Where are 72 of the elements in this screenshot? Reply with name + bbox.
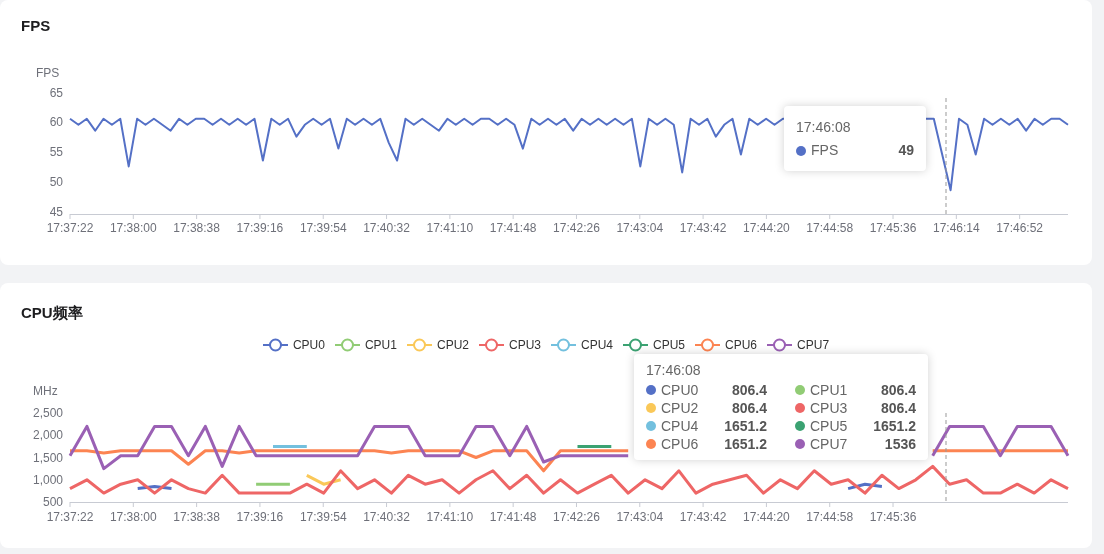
axis-label: 17:44:20 (743, 510, 790, 524)
axis-label: 17:44:58 (806, 221, 854, 235)
axis-label: 17:38:00 (109, 510, 157, 524)
axis-label: 17:41:10 (426, 510, 474, 524)
legend-item[interactable]: CPU2 (406, 338, 469, 352)
axis-label: 45 (49, 204, 63, 219)
axis-label: 17:41:10 (426, 221, 474, 235)
axis-label: 17:43:04 (616, 221, 664, 235)
series-name: CPU5 (810, 417, 849, 435)
legend-item[interactable]: CPU4 (551, 338, 613, 352)
legend-item[interactable]: CPU7 (767, 338, 830, 352)
series-name: CPU6 (661, 435, 700, 453)
axis-label: 17:42:26 (553, 221, 600, 235)
series-name: CPU7 (810, 435, 849, 453)
axis-label: 17:38:00 (109, 221, 157, 235)
axis-label: 17:45:36 (869, 221, 917, 235)
axis-label: 17:43:42 (679, 510, 727, 524)
axis-label: 2,500 (32, 406, 63, 420)
axis-label: 55 (49, 145, 63, 160)
series-value: 49 (898, 141, 914, 160)
axis-label: 500 (42, 495, 63, 509)
series-name: CPU3 (810, 399, 849, 417)
series-value: 1651.2 (873, 417, 916, 435)
legend-item[interactable]: CPU3 (479, 338, 541, 352)
series-value: 806.4 (731, 381, 767, 399)
axis-label: 17:46:52 (996, 221, 1043, 235)
axis-label: 17:40:32 (363, 510, 410, 524)
series-name: CPU1 (810, 381, 849, 399)
tooltip-time: 17:46:08 (796, 118, 852, 137)
axis-label: 1,000 (32, 472, 63, 487)
axis-label: 17:39:54 (299, 221, 347, 235)
panel-title: FPS (21, 16, 52, 36)
axis-label: 17:41:48 (489, 510, 537, 524)
axis-label: 17:43:04 (616, 510, 664, 524)
axis-label: 50 (49, 174, 63, 189)
axis-label: 17:40:32 (363, 221, 410, 235)
axis-label: 60 (49, 115, 63, 130)
legend-item[interactable]: CPU0 (262, 338, 325, 352)
axis-label: 17:44:58 (806, 510, 854, 524)
series-name: CPU2 (661, 399, 700, 417)
series-value: 806.4 (731, 399, 767, 417)
axis-label: 17:39:54 (299, 510, 347, 524)
axis-label: 17:38:38 (173, 510, 220, 524)
legend-item[interactable]: CPU5 (623, 338, 686, 352)
series-value: 1651.2 (724, 435, 767, 453)
panel-title: CPU频率 (21, 303, 84, 323)
axis-label: 17:43:42 (679, 221, 727, 235)
axis-label: 17:41:48 (489, 221, 537, 235)
axis-label: 17:39:16 (236, 510, 284, 524)
axis-label: 17:42:26 (553, 510, 600, 524)
axis-label: 17:46:14 (933, 221, 980, 235)
axis-label: 17:38:38 (173, 221, 220, 235)
series-value: 1536 (884, 435, 916, 453)
series-name: FPS (811, 141, 840, 160)
series-name: CPU4 (661, 417, 700, 435)
axis-label: 17:37:22 (46, 221, 94, 235)
legend-item[interactable]: CPU1 (334, 338, 397, 352)
axis-label: 17:39:16 (236, 221, 284, 235)
axis-label: 2,000 (32, 428, 63, 443)
legend-item[interactable]: CPU6 (695, 338, 758, 352)
axis-label: 65 (49, 85, 63, 100)
axis-title: FPS (36, 66, 60, 80)
axis-label: 17:45:36 (869, 510, 917, 524)
tooltip-time: 17:46:08 (646, 361, 702, 380)
series-name: CPU0 (661, 381, 700, 399)
axis-label: 17:44:20 (743, 221, 790, 235)
series-value: 1651.2 (724, 417, 767, 435)
series-value: 806.4 (880, 381, 916, 399)
axis-label: 1,500 (32, 450, 63, 465)
axis-label: 17:37:22 (46, 510, 94, 524)
series-value: 806.4 (880, 399, 916, 417)
axis-title: MHz (33, 384, 58, 398)
